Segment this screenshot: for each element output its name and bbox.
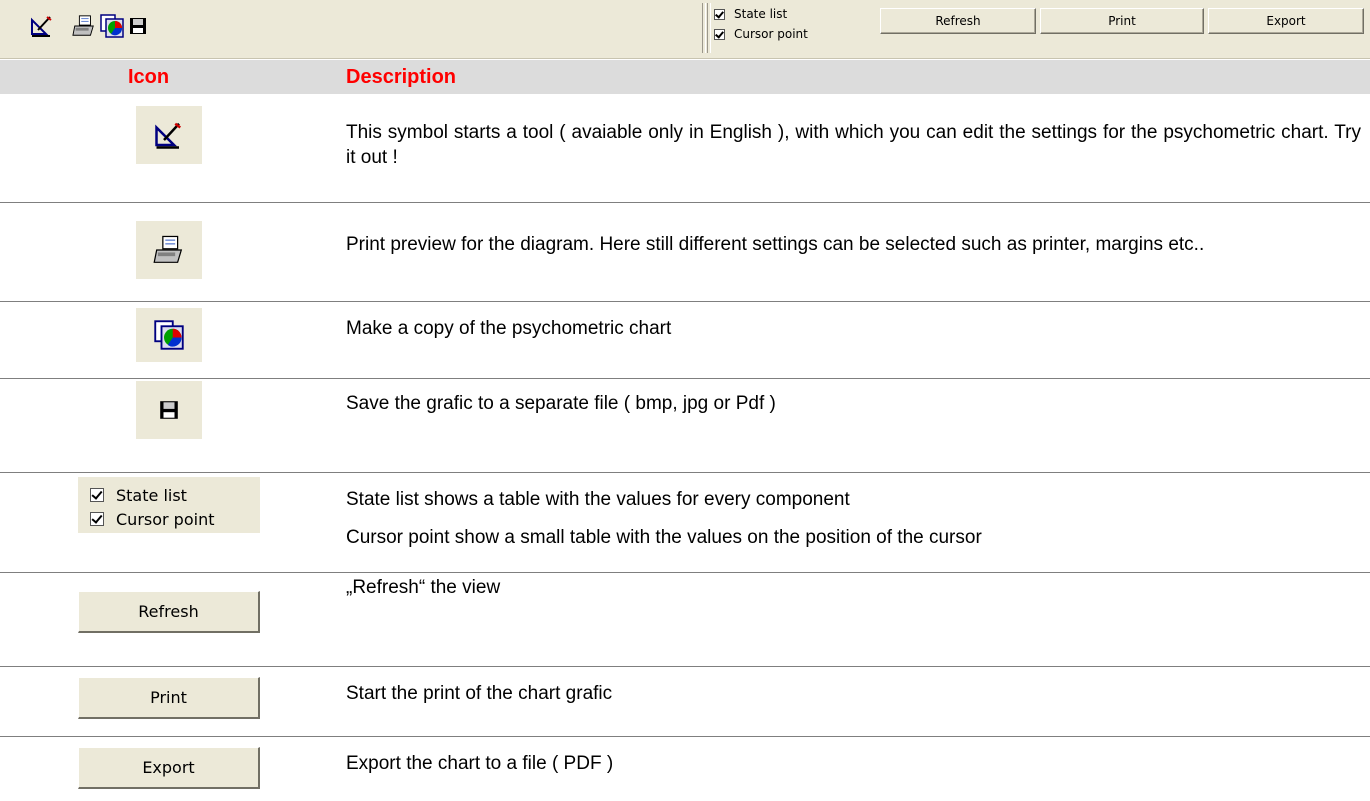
- checkbox-checked-icon: [90, 488, 104, 502]
- cursor-point-label: Cursor point: [116, 509, 215, 529]
- icon-cell: [136, 106, 202, 164]
- print-button: Print: [78, 677, 260, 719]
- cursor-point-checkbox[interactable]: Cursor point: [714, 24, 808, 44]
- table-row: Save the grafic to a separate file ( bmp…: [0, 379, 1370, 473]
- row-description-2: Cursor point show a small table with the…: [346, 527, 982, 548]
- refresh-button: Refresh: [78, 591, 260, 633]
- row-description: „Refresh“ the view: [346, 577, 501, 598]
- row-description: Export the chart to a file ( PDF ): [346, 753, 614, 774]
- toolbar: State list Cursor point Refresh Print Ex…: [0, 0, 1370, 59]
- checkbox-checked-icon[interactable]: [714, 8, 725, 20]
- toolbar-separator: [707, 3, 711, 53]
- print-button[interactable]: Print: [1040, 8, 1204, 34]
- export-button: Export: [78, 747, 260, 789]
- table-row: This symbol starts a tool ( avaiable onl…: [0, 96, 1370, 203]
- row-description: This symbol starts a tool ( avaiable onl…: [346, 122, 1361, 168]
- chart-settings-icon[interactable]: [30, 14, 54, 38]
- table-row: Export Export the chart to a file ( PDF …: [0, 737, 1370, 801]
- checkbox-group: State list Cursor point: [78, 477, 260, 533]
- copy-chart-icon: [136, 308, 202, 362]
- state-list-label: State list: [116, 485, 187, 505]
- table-row: Refresh „Refresh“ the view: [0, 573, 1370, 667]
- row-description: Start the print of the chart grafic: [346, 683, 613, 704]
- print-preview-icon[interactable]: [72, 14, 96, 38]
- table-row: Print Start the print of the chart grafi…: [0, 667, 1370, 737]
- icon-cell: [136, 381, 202, 439]
- icon-cell: Print: [78, 677, 260, 719]
- icon-cell: Export: [78, 747, 260, 789]
- icon-cell: State list Cursor point: [78, 477, 260, 533]
- icon-cell: [136, 308, 202, 362]
- description-column-header: Description: [346, 66, 457, 88]
- state-list-checkbox[interactable]: State list: [714, 4, 808, 24]
- checkbox-checked-icon[interactable]: [714, 28, 725, 40]
- icon-cell: [136, 221, 202, 279]
- toolbar-checkbox-group: State list Cursor point: [714, 4, 808, 44]
- table-row: State list Cursor point State list shows…: [0, 473, 1370, 573]
- save-icon[interactable]: [126, 14, 150, 38]
- print-preview-icon: [136, 221, 202, 279]
- cursor-point-label: Cursor point: [734, 27, 808, 41]
- refresh-button[interactable]: Refresh: [880, 8, 1036, 34]
- row-description: Make a copy of the psychometric chart: [346, 318, 672, 339]
- icon-cell: Refresh: [78, 591, 260, 633]
- state-list-checkbox: State list: [90, 483, 260, 507]
- state-list-label: State list: [734, 7, 788, 21]
- table-header: Icon Description: [0, 60, 1370, 94]
- row-description: Save the grafic to a separate file ( bmp…: [346, 393, 776, 414]
- toolbar-separator: [702, 3, 706, 53]
- cursor-point-checkbox: Cursor point: [90, 507, 260, 531]
- copy-chart-icon[interactable]: [100, 14, 124, 38]
- chart-settings-icon: [136, 106, 202, 164]
- table-row: Make a copy of the psychometric chart: [0, 302, 1370, 379]
- table-row: Print preview for the diagram. Here stil…: [0, 203, 1370, 302]
- export-button[interactable]: Export: [1208, 8, 1364, 34]
- checkbox-checked-icon: [90, 512, 104, 526]
- row-description: Print preview for the diagram. Here stil…: [346, 234, 1205, 255]
- row-description: State list shows a table with the values…: [346, 489, 850, 510]
- save-icon: [136, 381, 202, 439]
- icon-column-header: Icon: [128, 66, 170, 88]
